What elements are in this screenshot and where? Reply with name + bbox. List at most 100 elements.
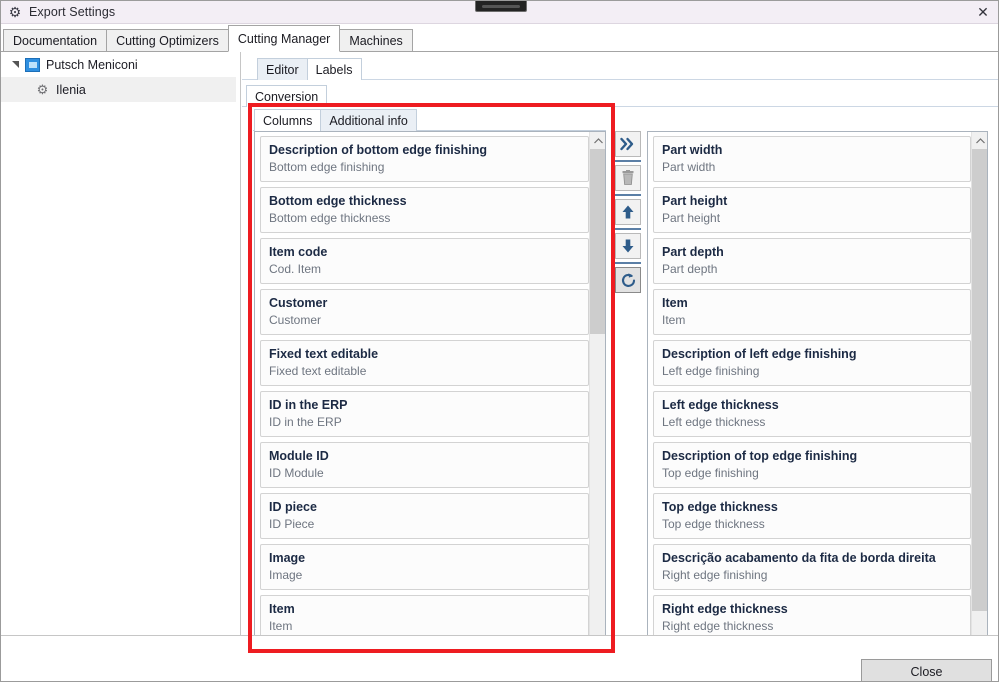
transfer-toolbar	[613, 131, 643, 296]
available-column-item-title: Module ID	[269, 449, 329, 463]
refresh-button[interactable]	[615, 267, 641, 293]
editor-tab-strip: Editor Labels	[257, 57, 362, 80]
tab-editor[interactable]: Editor	[257, 58, 308, 80]
available-column-item-title: ID in the ERP	[269, 398, 348, 412]
available-column-item[interactable]: Bottom edge thickness Bottom edge thickne…	[260, 187, 589, 233]
selected-column-item-subtitle: Top edge finishing	[662, 466, 759, 480]
selected-column-item[interactable]: Item Item	[653, 289, 971, 335]
selected-column-item[interactable]: Part width Part width	[653, 136, 971, 182]
tab-documentation[interactable]: Documentation	[3, 29, 108, 52]
selected-column-item-title: Description of left edge finishing	[662, 347, 857, 361]
available-column-item-subtitle: ID Module	[269, 466, 324, 480]
selected-column-item-title: Description of top edge finishing	[662, 449, 858, 463]
available-column-item[interactable]: Item code Cod. Item	[260, 238, 589, 284]
selected-column-item-subtitle: Right edge thickness	[662, 619, 774, 633]
toolbar-separator	[615, 228, 641, 230]
available-column-item-title: ID piece	[269, 500, 317, 514]
footer-bar: Close	[1, 635, 998, 681]
tab-machines[interactable]: Machines	[339, 29, 413, 52]
selected-columns-list[interactable]: Part width Part width Part height Part heig…	[647, 131, 988, 647]
tree-item-ilenia[interactable]: ⚙ Ilenia	[1, 77, 236, 102]
selected-column-item[interactable]: Top edge thickness Top edge thickness	[653, 493, 971, 539]
selected-column-item-title: Part width	[662, 143, 723, 157]
tree-item-ilenia-label: Ilenia	[56, 82, 86, 97]
selected-column-item[interactable]: Descrição acabamento da fita de borda di…	[653, 544, 971, 590]
selected-column-item-subtitle: Top edge thickness	[662, 517, 765, 531]
scroll-up-icon[interactable]	[972, 132, 987, 149]
available-column-item-title: Item code	[269, 245, 328, 259]
scroll-thumb[interactable]	[590, 149, 605, 334]
available-columns-list[interactable]: Description of bottom edge finishing Bott…	[254, 131, 606, 647]
available-column-item-title: Customer	[269, 296, 328, 310]
toolbar-separator	[615, 160, 641, 162]
arrow-down-icon	[622, 239, 634, 253]
tree-item-root-label: Putsch Meniconi	[46, 57, 138, 72]
selected-column-item-title: Left edge thickness	[662, 398, 779, 412]
available-column-item-subtitle: Cod. Item	[269, 262, 322, 276]
selected-column-item-subtitle: Part width	[662, 160, 716, 174]
close-button[interactable]: Close	[861, 659, 992, 681]
scroll-up-icon[interactable]	[590, 132, 605, 149]
tree-item-root[interactable]: Putsch Meniconi	[1, 52, 240, 77]
tab-columns[interactable]: Columns	[254, 109, 322, 131]
tab-cutting-manager[interactable]: Cutting Manager	[227, 25, 341, 52]
conversion-tab-underline	[242, 106, 998, 107]
arrow-up-icon	[622, 205, 634, 219]
available-column-item-title: Fixed text editable	[269, 347, 379, 361]
selected-column-item[interactable]: Description of top edge finishing Top edg…	[653, 442, 971, 488]
selected-column-item-title: Part height	[662, 194, 728, 208]
gear-icon: ⚙	[8, 4, 22, 20]
selected-column-item-subtitle: Part depth	[662, 262, 718, 276]
available-column-item[interactable]: Description of bottom edge finishing Bott…	[260, 136, 589, 182]
selected-column-item-subtitle: Right edge finishing	[662, 568, 768, 582]
move-down-button[interactable]	[615, 233, 641, 259]
available-column-item[interactable]: Image Image	[260, 544, 589, 590]
expand-arrow-icon[interactable]	[9, 58, 22, 71]
selected-columns-scrollbar[interactable]	[971, 132, 987, 646]
available-column-item[interactable]: Fixed text editable Fixed text editable	[260, 340, 589, 386]
monitor-icon	[25, 57, 40, 72]
available-column-item[interactable]: ID in the ERP ID in the ERP	[260, 391, 589, 437]
scroll-thumb[interactable]	[972, 149, 987, 611]
delete-button[interactable]	[615, 165, 641, 191]
tab-conversion[interactable]: Conversion	[246, 85, 328, 107]
available-column-item-subtitle: ID Piece	[269, 517, 315, 531]
selected-columns-scroll-area: Part width Part width Part height Part heig…	[648, 132, 971, 646]
selected-column-item-title: Part depth	[662, 245, 724, 259]
available-column-item-subtitle: Item	[269, 619, 293, 633]
close-icon[interactable]: ✕	[972, 3, 994, 22]
double-chevron-right-icon	[620, 137, 634, 151]
selected-column-item-title: Item	[662, 296, 688, 310]
export-settings-window: ⚙ Export Settings ✕ Documentation Cuttin…	[0, 0, 999, 682]
move-all-right-button[interactable]	[615, 131, 641, 157]
selected-column-item-subtitle: Left edge finishing	[662, 364, 760, 378]
available-columns-scrollbar[interactable]	[589, 132, 605, 646]
webcam-notch	[475, 1, 527, 12]
selected-column-item[interactable]: Part height Part height	[653, 187, 971, 233]
selected-column-item[interactable]: Left edge thickness Left edge thickness	[653, 391, 971, 437]
conversion-tab-strip: Conversion	[246, 84, 328, 107]
selected-column-item[interactable]: Description of left edge finishing Left e…	[653, 340, 971, 386]
available-column-item-title: Description of bottom edge finishing	[269, 143, 488, 157]
refresh-icon	[621, 272, 635, 287]
selected-column-item-title: Descrição acabamento da fita de borda di…	[662, 551, 936, 565]
gear-icon: ⚙	[36, 82, 49, 97]
available-column-item[interactable]: Customer Customer	[260, 289, 589, 335]
tab-labels[interactable]: Labels	[306, 58, 362, 80]
selected-column-item[interactable]: Part depth Part depth	[653, 238, 971, 284]
move-up-button[interactable]	[615, 199, 641, 225]
columns-tab-strip: Columns Additional info	[254, 109, 417, 131]
available-column-item-subtitle: Bottom edge finishing	[269, 160, 385, 174]
window-title: Export Settings	[29, 5, 116, 19]
available-column-item-subtitle: Fixed text editable	[269, 364, 367, 378]
tree-pane: Putsch Meniconi ⚙ Ilenia	[1, 52, 241, 635]
available-column-item[interactable]: ID piece ID Piece	[260, 493, 589, 539]
available-column-item-title: Item	[269, 602, 295, 616]
available-column-item-subtitle: ID in the ERP	[269, 415, 342, 429]
tab-cutting-optimizers[interactable]: Cutting Optimizers	[106, 29, 229, 52]
selected-column-item-title: Top edge thickness	[662, 500, 778, 514]
available-column-item[interactable]: Module ID ID Module	[260, 442, 589, 488]
selected-column-item-subtitle: Left edge thickness	[662, 415, 766, 429]
tab-additional-info[interactable]: Additional info	[320, 109, 417, 131]
available-columns-scroll-area: Description of bottom edge finishing Bott…	[255, 132, 589, 646]
